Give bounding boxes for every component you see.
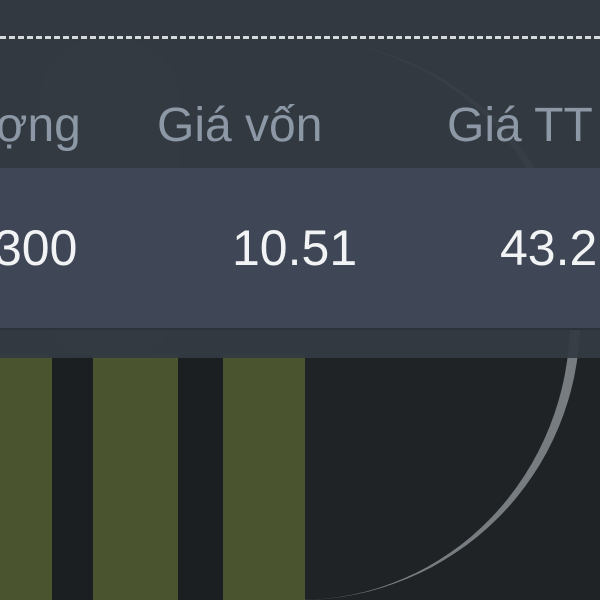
background-bar <box>0 355 52 600</box>
background-gap <box>52 355 93 600</box>
screen: ợng Giá vốn Giá TT 300 10.51 43.2 <box>0 0 600 600</box>
background-bar <box>223 355 305 600</box>
cell-quantity: 300 <box>0 220 78 276</box>
column-header-cost-price: Giá vốn <box>157 99 323 152</box>
dashed-divider <box>0 36 600 39</box>
holdings-table-panel: ợng Giá vốn Giá TT 300 10.51 43.2 <box>0 0 600 358</box>
column-header-quantity: ợng <box>0 99 81 152</box>
column-header-market-price: Giá TT <box>447 99 593 152</box>
table-header-row: ợng Giá vốn Giá TT <box>0 88 600 163</box>
background-gap <box>178 355 223 600</box>
cell-market-price: 43.2 <box>500 220 598 276</box>
cell-cost-price: 10.51 <box>232 220 358 276</box>
background-bar <box>93 355 178 600</box>
table-row[interactable]: 300 10.51 43.2 <box>0 168 600 328</box>
row-separator <box>0 328 600 330</box>
